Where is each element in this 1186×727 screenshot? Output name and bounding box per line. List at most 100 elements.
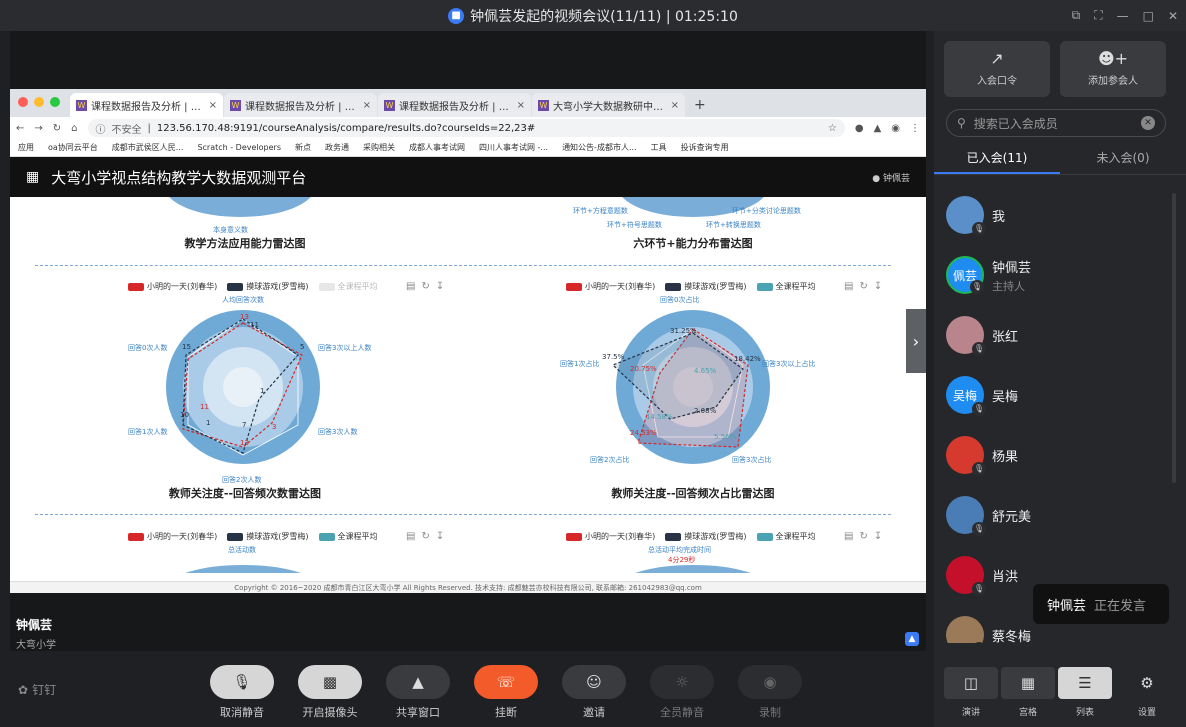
reload-icon[interactable]: ↻ xyxy=(53,123,61,134)
browser-tab[interactable]: W课程数据报告及分析 | 大弯小学× xyxy=(70,93,223,117)
member-search-input[interactable]: ⚲ 搜索已入会成员 ✕ xyxy=(946,109,1166,137)
hangup-button[interactable]: ☏ 挂断 xyxy=(474,665,538,720)
new-tab-button[interactable]: + xyxy=(686,97,714,117)
legend-item[interactable]: 全课程平均 xyxy=(756,531,816,542)
bookmark-item[interactable]: 应用 xyxy=(18,142,34,153)
menu-icon[interactable]: ⋮ xyxy=(910,123,920,134)
tab-close-icon[interactable]: × xyxy=(363,100,371,111)
axis-label: 总活动平均完成时间 xyxy=(648,546,711,554)
forward-icon[interactable]: → xyxy=(34,123,42,134)
bookmark-item[interactable]: 四川人事考试网 -... xyxy=(479,142,548,153)
browser-tab[interactable]: W课程数据报告及分析 | 大弯小学× xyxy=(378,93,531,117)
record-button[interactable]: ◉ 录制 xyxy=(738,665,802,720)
view-list-button[interactable]: ☰ 列表 xyxy=(1058,667,1112,718)
participant-row[interactable]: 🎙 杨果 xyxy=(934,425,1170,485)
app-user[interactable]: ● 钟佩芸 xyxy=(872,171,910,184)
participant-row[interactable]: 🎙 张红 xyxy=(934,305,1170,365)
url-input[interactable]: ⓘ 不安全 | 123.56.170.48:9191/courseAnalysi… xyxy=(87,119,845,137)
tab-close-icon[interactable]: × xyxy=(671,100,679,111)
add-member-button[interactable]: ☻+ 添加参会人 xyxy=(1060,41,1166,97)
data-view-icon[interactable]: ▤ xyxy=(406,531,415,542)
tab-joined[interactable]: 已入会(11) xyxy=(934,143,1060,174)
report-content: 本身意义数 教学方法应用能力雷达图 环节+方程意题数 环节+分类讨论思题数 环节… xyxy=(10,197,926,573)
minimize-button[interactable]: — xyxy=(1117,9,1129,23)
title-bar: ■ 钟佩芸发起的视频会议(11/11) | 01:25:10 ⧉ ⛶ — □ ✕ xyxy=(0,0,1186,31)
data-view-icon[interactable]: ▤ xyxy=(844,531,853,542)
settings-button[interactable]: ⚙ 设置 xyxy=(1120,667,1174,718)
bookmark-item[interactable]: 成都市武侯区人民... xyxy=(112,142,184,153)
axis-label: 回答3次以上占比 xyxy=(762,360,816,368)
bookmark-item[interactable]: 通知公告-成都市人... xyxy=(562,142,637,153)
data-view-icon[interactable]: ▤ xyxy=(844,281,853,292)
refresh-icon[interactable]: ↻ xyxy=(859,281,867,292)
data-view-icon[interactable]: ▤ xyxy=(406,281,415,292)
legend-item[interactable]: 摸球游戏(罗雪梅) xyxy=(227,531,309,542)
axis-label: 本身意义数 xyxy=(213,226,248,234)
grid-view-icon: ▦ xyxy=(1001,667,1055,699)
download-icon[interactable]: ↧ xyxy=(874,281,882,292)
pip-icon[interactable]: ⧉ xyxy=(1072,8,1081,23)
legend-item[interactable]: 摸球游戏(罗雪梅) xyxy=(665,281,747,292)
legend-item[interactable]: 摸球游戏(罗雪梅) xyxy=(227,281,309,292)
legend-item[interactable]: 小明的一天(刘春华) xyxy=(566,281,655,292)
avatar: 🎙 xyxy=(946,496,986,536)
tab-not-joined[interactable]: 未入会(0) xyxy=(1060,143,1186,174)
join-code-button[interactable]: ↗ 入会口令 xyxy=(944,41,1050,97)
refresh-icon[interactable]: ↻ xyxy=(421,531,429,542)
close-button[interactable]: ✕ xyxy=(1168,9,1178,23)
tab-close-icon[interactable]: × xyxy=(209,100,217,111)
browser-tab[interactable]: W课程数据报告及分析 | 大弯小学× xyxy=(224,93,377,117)
bookmark-item[interactable]: 成都人事考试网 xyxy=(409,142,465,153)
share-window-button[interactable]: ▲ 共享窗口 xyxy=(386,665,450,720)
bookmark-item[interactable]: 投诉查询专用 xyxy=(681,142,729,153)
view-grid-button[interactable]: ▦ 宫格 xyxy=(1001,667,1055,718)
legend-item[interactable]: 小明的一天(刘春华) xyxy=(566,531,655,542)
clear-icon[interactable]: ✕ xyxy=(1141,116,1155,130)
bookmark-item[interactable]: 工具 xyxy=(651,142,667,153)
participant-scrollbar[interactable] xyxy=(1172,193,1176,483)
participant-row[interactable]: 🎙 舒元美 xyxy=(934,485,1170,545)
unmute-button[interactable]: 🎙 取消静音 xyxy=(210,665,274,720)
invite-button[interactable]: ☺ 邀请 xyxy=(562,665,626,720)
home-icon[interactable]: ⌂ xyxy=(71,123,77,134)
star-icon[interactable]: ☆ xyxy=(828,123,837,134)
chart-title-right: 教师关注度--回答频次占比雷达图 xyxy=(611,487,775,500)
participant-row[interactable]: 🎙 我 xyxy=(934,185,1170,245)
tab-close-icon[interactable]: × xyxy=(517,100,525,111)
mute-all-button[interactable]: ☼ 全员静音 xyxy=(650,665,714,720)
legend-item[interactable]: 全课程平均 xyxy=(318,281,378,292)
axis-label: 回答1次人数 xyxy=(128,428,168,436)
bookmark-item[interactable]: 新点 xyxy=(295,142,311,153)
grid-menu-icon[interactable]: ▦ xyxy=(26,169,39,185)
fullscreen-icon[interactable]: ⛶ xyxy=(1094,8,1102,23)
back-icon[interactable]: ← xyxy=(16,123,24,134)
maximize-button[interactable]: □ xyxy=(1143,9,1154,23)
profile-avatar[interactable]: ◉ xyxy=(891,123,900,134)
speaking-toast: 钟佩芸 正在发言 xyxy=(1033,584,1169,624)
bookmark-item[interactable]: 政务通 xyxy=(325,142,349,153)
chart-tools-bottom-left: ▤ ↻ ↧ xyxy=(406,531,444,542)
browser-tab[interactable]: W大弯小学大数据教研中心 小组× xyxy=(532,93,685,117)
view-speaker-button[interactable]: ◫ 演讲 xyxy=(944,667,998,718)
legend-item[interactable]: 全课程平均 xyxy=(318,531,378,542)
legend-item[interactable]: 摸球游戏(罗雪梅) xyxy=(665,531,747,542)
axis-label: 环节+分类讨论思题数 xyxy=(732,207,801,215)
bookmark-item[interactable]: Scratch - Developers xyxy=(197,143,281,152)
legend-item[interactable]: 小明的一天(刘春华) xyxy=(128,281,217,292)
bookmark-item[interactable]: 采购相关 xyxy=(363,142,395,153)
pin-icon[interactable]: ▲ xyxy=(905,632,919,646)
refresh-icon[interactable]: ↻ xyxy=(859,531,867,542)
download-icon[interactable]: ↧ xyxy=(436,281,444,292)
extension-icon[interactable]: ● xyxy=(855,123,864,134)
bookmark-item[interactable]: oa协同云平台 xyxy=(48,142,98,153)
participant-row[interactable]: 佩芸 🎙 钟佩芸 主持人 xyxy=(934,245,1170,305)
camera-button[interactable]: ▩ 开启摄像头 xyxy=(298,665,362,720)
extension-icon[interactable]: ▲ xyxy=(874,123,882,134)
download-icon[interactable]: ↧ xyxy=(436,531,444,542)
refresh-icon[interactable]: ↻ xyxy=(421,281,429,292)
download-icon[interactable]: ↧ xyxy=(874,531,882,542)
legend-item[interactable]: 全课程平均 xyxy=(756,281,816,292)
next-page-arrow[interactable]: › xyxy=(906,309,926,373)
participant-row[interactable]: 吴梅 🎙 吴梅 xyxy=(934,365,1170,425)
legend-item[interactable]: 小明的一天(刘春华) xyxy=(128,531,217,542)
